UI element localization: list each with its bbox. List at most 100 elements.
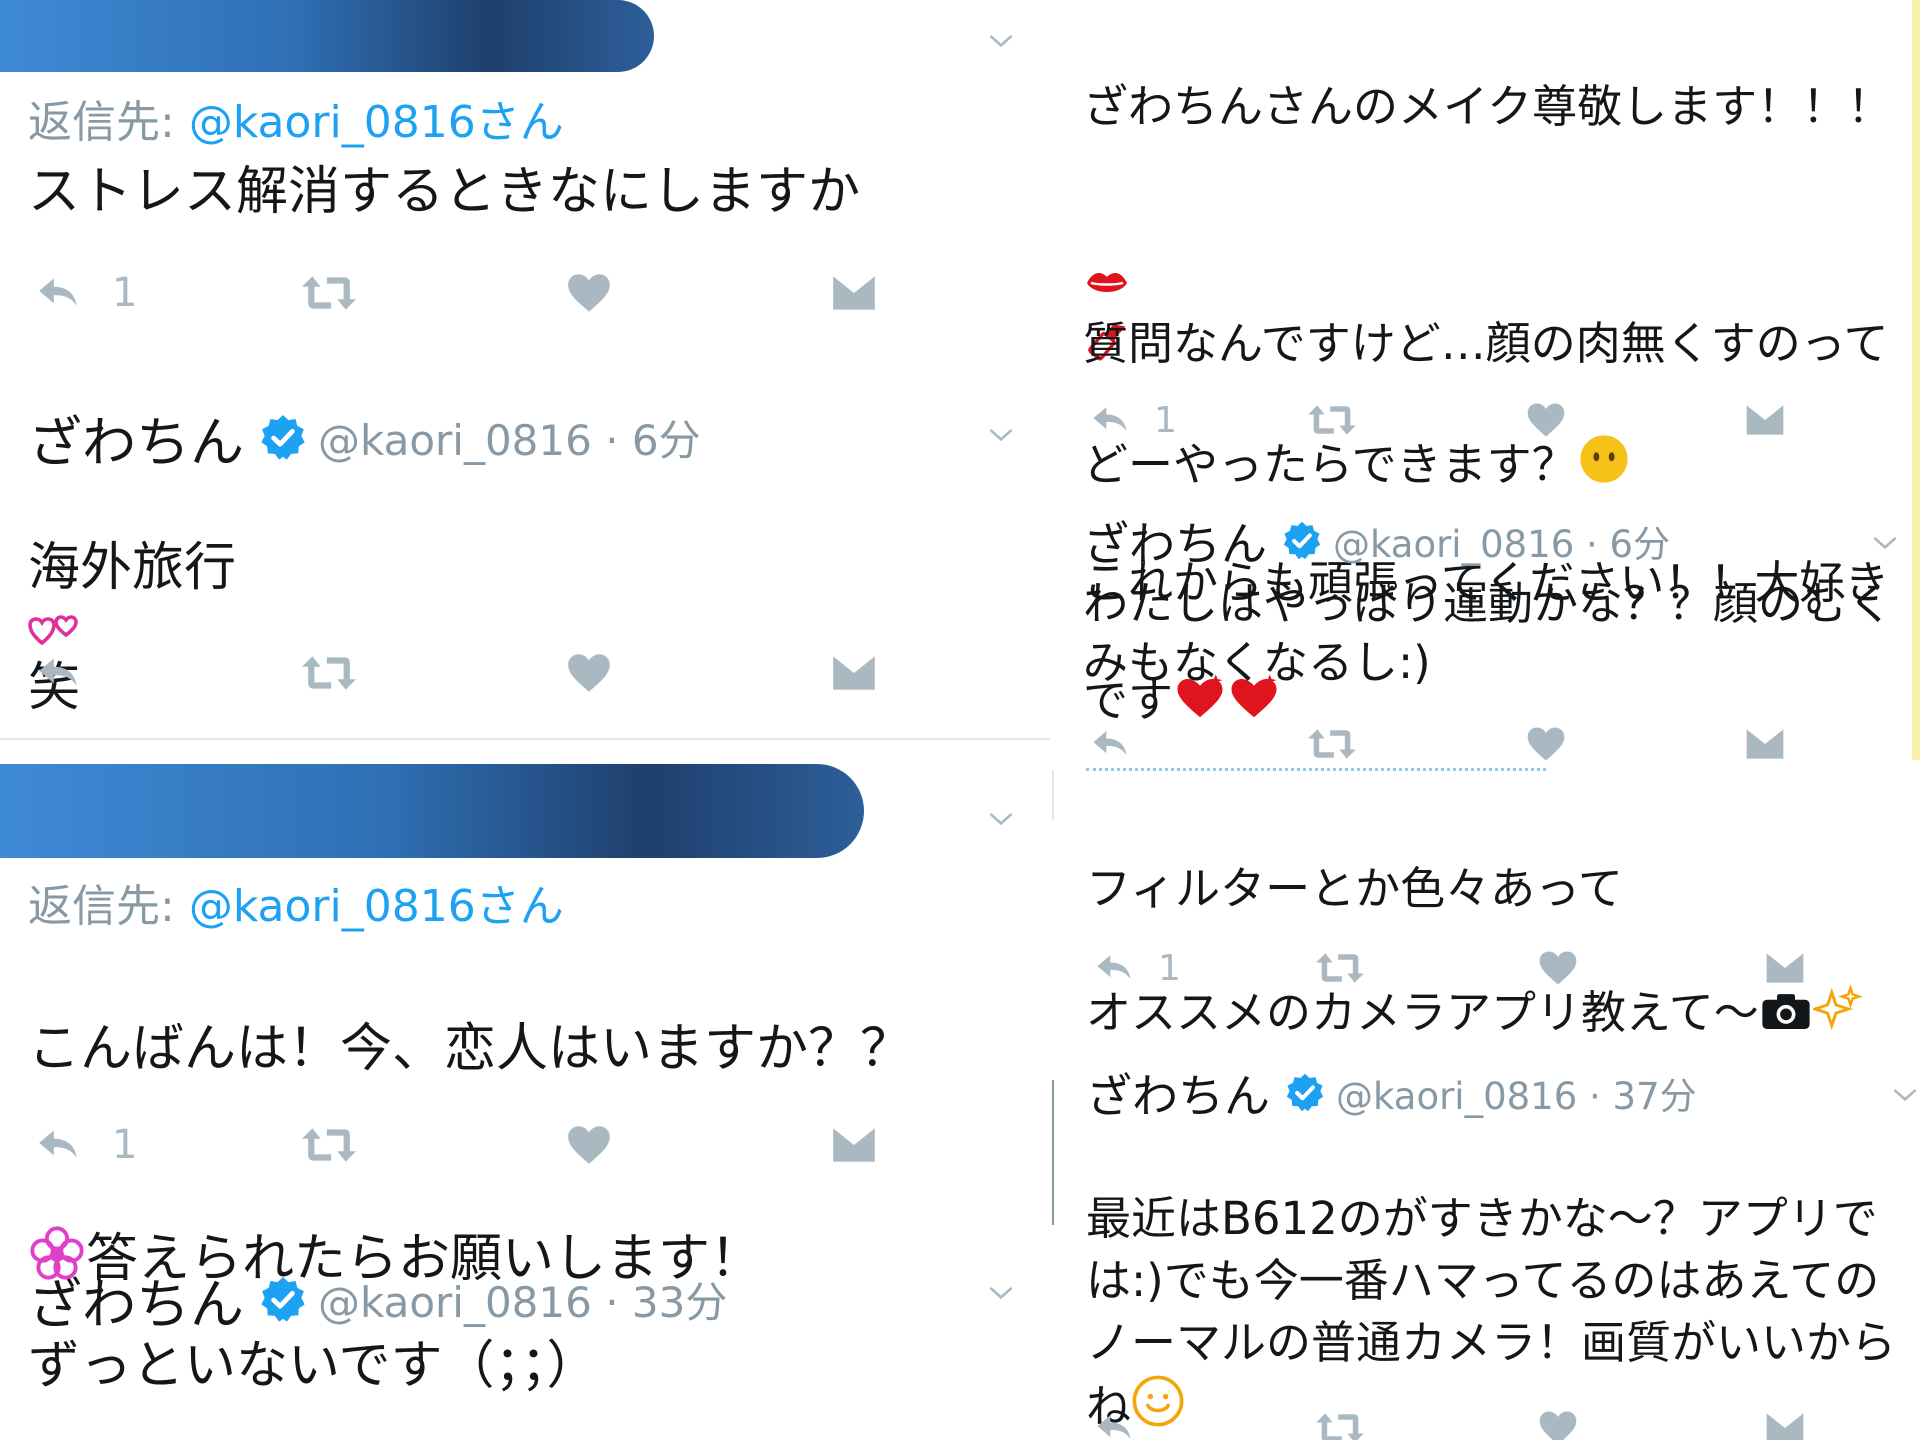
- reply-button[interactable]: 1: [1090, 946, 1181, 990]
- handle-and-time: @kaori_0816 · 33分: [318, 1278, 728, 1327]
- chevron-down-icon[interactable]: [1892, 1082, 1918, 1108]
- dm-button[interactable]: [828, 648, 880, 698]
- reply-button[interactable]: 1: [30, 1120, 137, 1170]
- reply-to-line: 返信先: @kaori_0816さん: [28, 870, 564, 934]
- like-button[interactable]: [1536, 1406, 1580, 1440]
- reply-icon: [1090, 946, 1138, 990]
- like-icon: [564, 268, 614, 318]
- like-button[interactable]: [564, 648, 614, 698]
- handle-and-time: @kaori_0816 · 37分: [1336, 1075, 1697, 1118]
- like-button[interactable]: [564, 268, 614, 318]
- column-divider: [1052, 770, 1054, 820]
- reply-button[interactable]: [1090, 1406, 1138, 1440]
- reply-count: 1: [112, 270, 138, 316]
- reply-to-handle-link[interactable]: @kaori_0816さん: [189, 881, 564, 932]
- retweet-button[interactable]: [1304, 398, 1360, 442]
- reply-count: 1: [112, 1122, 138, 1168]
- verified-badge-icon: [1281, 520, 1323, 562]
- like-button[interactable]: [1524, 722, 1568, 762]
- retweet-button[interactable]: [296, 268, 362, 318]
- reply-icon: [1086, 398, 1134, 442]
- reply-icon: [30, 268, 86, 318]
- retweet-button[interactable]: [1312, 1406, 1368, 1440]
- like-button[interactable]: [1536, 946, 1580, 990]
- chevron-down-icon[interactable]: [988, 806, 1014, 832]
- display-name[interactable]: ざわちん: [1083, 508, 1267, 574]
- reply-to-line: 返信先: @kaori_0816さん: [28, 86, 564, 150]
- like-button[interactable]: [1524, 398, 1568, 442]
- tweet-header: ざわちん @kaori_0816 · 33分: [28, 1260, 727, 1339]
- tweet-header: ざわちん @kaori_0816 · 6分: [28, 398, 701, 477]
- tweet-text-line: 質問なんですけど…顔の肉無くすのって: [1083, 317, 1889, 370]
- retweet-icon: [1304, 722, 1360, 762]
- retweet-button[interactable]: [296, 1120, 362, 1170]
- like-icon: [1524, 398, 1568, 442]
- dm-button[interactable]: [828, 268, 880, 318]
- tweet-text-line: ざわちんさんのメイク尊敬します！！！: [1083, 80, 1893, 133]
- dm-button[interactable]: [1742, 398, 1788, 442]
- like-icon: [1524, 722, 1568, 762]
- reply-icon: [1086, 722, 1134, 762]
- display-name[interactable]: ざわちん: [1086, 1060, 1270, 1126]
- tweet-text-line: こんばんは！今、恋人はいますか？？: [28, 1019, 913, 1079]
- tweet-actions: [1090, 1406, 1890, 1440]
- display-name[interactable]: ざわちん: [28, 1260, 244, 1339]
- dm-icon: [1762, 946, 1808, 990]
- reply-button[interactable]: 1: [30, 268, 137, 318]
- emoji-line: [1083, 195, 1892, 361]
- reply-to-prefix: 返信先:: [28, 97, 189, 148]
- two-hearts-emoji-icon: [28, 615, 78, 646]
- reply-icon: [1090, 1406, 1138, 1440]
- tweet-text: 最近はB612のがすきかな〜？アプリで は:)でも今一番ハマってるのはあえての …: [1086, 1126, 1896, 1438]
- chevron-down-icon[interactable]: [988, 422, 1014, 448]
- tweet-header: ざわちん @kaori_0816 · 6分: [1083, 508, 1670, 574]
- tweet-text: ずっといないです（；；）: [28, 1336, 599, 1396]
- reply-count: 1: [1158, 947, 1181, 989]
- tweet-text-line: フィルターとか色々あって: [1086, 862, 1623, 915]
- cut-off-reply-to-line: [1086, 762, 1906, 782]
- tweet-actions: 1: [30, 268, 890, 328]
- reply-count: 1: [1154, 399, 1177, 441]
- retweet-button[interactable]: [1312, 946, 1368, 990]
- tweet-actions: [30, 648, 890, 708]
- handle-and-time: @kaori_0816 · 6分: [1333, 523, 1671, 566]
- reply-button[interactable]: [30, 648, 86, 698]
- dm-button[interactable]: [1762, 1406, 1808, 1440]
- column-divider: [1052, 1080, 1054, 1225]
- dm-icon: [1762, 1406, 1808, 1440]
- reply-icon: [30, 648, 86, 698]
- redacted-user-header: [0, 0, 654, 72]
- retweet-icon: [296, 1120, 362, 1170]
- chevron-down-icon[interactable]: [1872, 530, 1898, 556]
- verified-badge-icon: [258, 413, 308, 463]
- dm-button[interactable]: [1762, 946, 1808, 990]
- display-name[interactable]: ざわちん: [28, 398, 244, 477]
- dm-icon: [828, 648, 880, 698]
- dm-icon: [828, 1120, 880, 1170]
- like-icon: [564, 648, 614, 698]
- dm-button[interactable]: [828, 1120, 880, 1170]
- tweet-actions: 1: [1090, 946, 1890, 1006]
- tweet-text: わたしはやっぱり運動かな？？顔のむく みもなくなるし:): [1083, 577, 1894, 689]
- divider: [0, 738, 1050, 740]
- retweet-icon: [296, 268, 362, 318]
- retweet-button[interactable]: [296, 648, 362, 698]
- like-icon: [564, 1120, 614, 1170]
- retweet-button[interactable]: [1304, 722, 1360, 762]
- reply-button[interactable]: 1: [1086, 398, 1177, 442]
- tweet-text-body: 最近はB612のがすきかな〜？アプリで は:)でも今一番ハマってるのはあえての …: [1086, 1192, 1897, 1433]
- verified-badge-icon: [1284, 1072, 1326, 1114]
- dm-icon: [1742, 722, 1788, 762]
- reply-icon: [30, 1120, 86, 1170]
- chevron-down-icon[interactable]: [988, 28, 1014, 54]
- like-button[interactable]: [564, 1120, 614, 1170]
- redacted-user-header: [0, 764, 864, 858]
- retweet-icon: [1312, 1406, 1368, 1440]
- tweet-text: ストレス解消するときなにしますか: [28, 162, 861, 222]
- retweet-icon: [296, 648, 362, 698]
- right-edge-highlight: [1912, 0, 1920, 760]
- reply-to-handle-link[interactable]: @kaori_0816さん: [189, 97, 564, 148]
- dm-button[interactable]: [1742, 722, 1788, 762]
- chevron-down-icon[interactable]: [988, 1280, 1014, 1306]
- reply-button[interactable]: [1086, 722, 1134, 762]
